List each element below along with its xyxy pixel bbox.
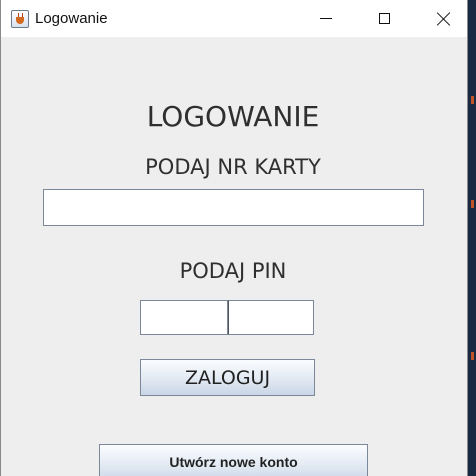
pin-label: PODAJ PIN (179, 259, 287, 283)
title-bar[interactable]: Logowanie (1, 0, 467, 37)
desktop-edge-accent (471, 352, 474, 360)
pin-input-part2[interactable] (228, 300, 314, 335)
pin-input-part1[interactable] (140, 300, 228, 335)
desktop-edge-accent (471, 96, 474, 104)
login-button[interactable]: ZALOGUJ (140, 359, 315, 396)
java-cup-icon (11, 9, 29, 28)
card-number-input[interactable] (43, 189, 424, 226)
card-number-label: PODAJ NR KARTY (145, 155, 321, 179)
minimize-button[interactable] (303, 0, 349, 37)
maximize-button[interactable] (361, 0, 407, 37)
minimize-icon (320, 18, 332, 19)
login-window: Logowanie LOGOWANIE PODAJ NR KARTY PODAJ… (0, 0, 468, 476)
window-title: Logowanie (35, 10, 108, 27)
desktop-edge-accent (471, 200, 474, 208)
page-title: LOGOWANIE (146, 100, 320, 133)
close-button[interactable] (421, 0, 467, 37)
maximize-icon (378, 13, 390, 24)
close-icon (437, 12, 451, 26)
create-account-button[interactable]: Utwórz nowe konto (99, 444, 368, 476)
